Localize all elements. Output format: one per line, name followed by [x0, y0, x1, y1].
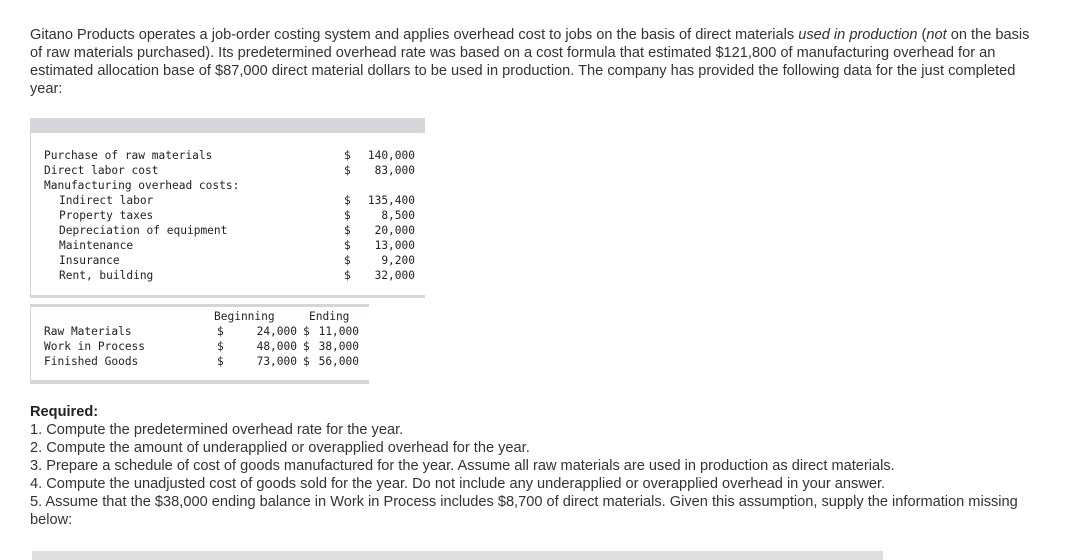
table-row: Raw Materials $ 24,000 $ 11,000 [44, 325, 359, 338]
intro-emphasis-1: used in production [798, 27, 918, 43]
required-item-3: 3. Prepare a schedule of cost of goods m… [30, 458, 895, 474]
required-item-1: 1. Compute the predetermined overhead ra… [30, 422, 404, 438]
table-row: Purchase of raw materials $ 140,000 [44, 149, 415, 162]
answer-area-top-bar [32, 551, 883, 560]
table-row: Direct labor cost $ 83,000 [44, 164, 415, 177]
column-header-beginning: Beginning [214, 310, 275, 323]
table-row: Insurance $ 9,200 [59, 254, 415, 267]
intro-text-1: Gitano Products operates a job-order cos… [30, 27, 799, 43]
intro-emphasis-2: not [926, 27, 947, 43]
table-row: Rent, building $ 32,000 [59, 269, 415, 282]
problem-intro: Gitano Products operates a job-order cos… [30, 26, 1030, 98]
table-row: Property taxes $ 8,500 [59, 209, 415, 222]
table-row: Finished Goods $ 73,000 $ 56,000 [44, 355, 359, 368]
inventory-table: Beginning Ending Raw Materials $ 24,000 … [30, 304, 369, 384]
table-header-row: Beginning Ending [31, 309, 369, 324]
cost-data-table: Purchase of raw materials $ 140,000 Dire… [30, 118, 425, 298]
required-item-5: 5. Assume that the $38,000 ending balanc… [30, 494, 1018, 528]
table-row: Indirect labor $ 135,400 [59, 194, 415, 207]
required-title: Required: [30, 404, 99, 420]
table-row: Maintenance $ 13,000 [59, 239, 415, 252]
column-header-ending: Ending [309, 310, 350, 323]
required-item-4: 4. Compute the unadjusted cost of goods … [30, 476, 886, 492]
table-row: Depreciation of equipment $ 20,000 [59, 224, 415, 237]
table-row: Work in Process $ 48,000 $ 38,000 [44, 340, 359, 353]
required-section: Required: 1. Compute the predetermined o… [30, 403, 1030, 529]
required-item-2: 2. Compute the amount of underapplied or… [30, 440, 530, 456]
table-row: Manufacturing overhead costs: [44, 179, 240, 192]
